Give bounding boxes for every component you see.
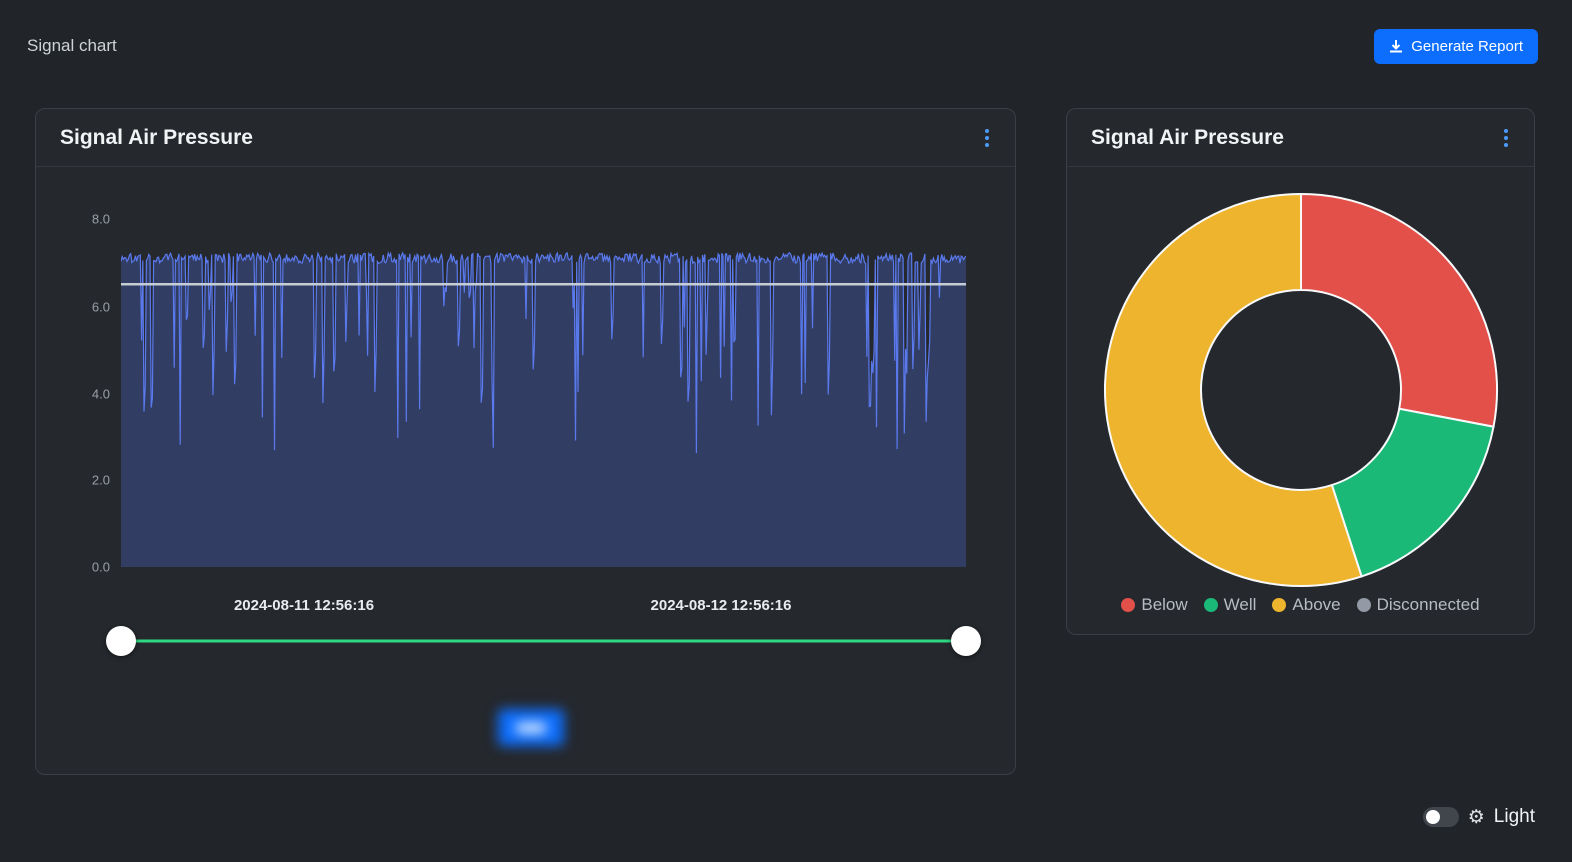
line-card-title: Signal Air Pressure [60, 126, 253, 150]
y-tick: 2.0 [64, 473, 110, 488]
line-card-header: Signal Air Pressure [36, 109, 1015, 167]
line-chart-card: Signal Air Pressure 8.0 6.0 4.0 2.0 0.0 … [35, 108, 1016, 775]
legend-dot-well [1204, 598, 1218, 612]
redacted-button-label [516, 723, 546, 733]
x-tick-end: 2024-08-12 12:56:16 [651, 597, 792, 614]
generate-report-label: Generate Report [1411, 38, 1523, 55]
dashboard: Signal chart Generate Report Signal Air … [0, 0, 1572, 862]
signal-line-chart[interactable] [121, 219, 966, 567]
legend-dot-disconnected [1357, 598, 1371, 612]
redacted-button[interactable] [498, 709, 564, 746]
kebab-menu-icon[interactable] [1498, 125, 1514, 151]
theme-label: Light [1494, 806, 1535, 828]
legend-item-below[interactable]: Below [1121, 595, 1187, 615]
gear-icon: ⚙ [1468, 808, 1485, 827]
generate-report-button[interactable]: Generate Report [1374, 29, 1538, 64]
donut-segment-below[interactable] [1301, 194, 1497, 427]
donut-chart-card: Signal Air Pressure Below Well Above [1066, 108, 1535, 635]
kebab-menu-icon[interactable] [979, 125, 995, 151]
legend-dot-below [1121, 598, 1135, 612]
donut-card-header: Signal Air Pressure [1067, 109, 1534, 167]
time-range-slider [121, 626, 966, 656]
top-bar: Signal chart Generate Report [27, 22, 1538, 70]
theme-toggle[interactable] [1423, 807, 1459, 827]
download-icon [1389, 39, 1403, 53]
donut-chart-body: Below Well Above Disconnected [1067, 167, 1534, 634]
legend-item-well[interactable]: Well [1204, 595, 1257, 615]
slider-handle-min[interactable] [106, 626, 136, 656]
legend-item-disconnected[interactable]: Disconnected [1357, 595, 1480, 615]
donut-card-title: Signal Air Pressure [1091, 126, 1284, 150]
donut-segment-well[interactable] [1332, 409, 1494, 577]
legend-label-above: Above [1292, 595, 1340, 615]
y-tick: 8.0 [64, 212, 110, 227]
slider-handle-max[interactable] [951, 626, 981, 656]
slider-track[interactable] [121, 640, 966, 643]
status-donut-chart [1101, 190, 1501, 590]
y-tick: 0.0 [64, 560, 110, 575]
theme-switcher: ⚙ Light [1423, 806, 1535, 828]
line-chart-body: 8.0 6.0 4.0 2.0 0.0 2024-08-11 12:56:16 … [36, 167, 1015, 774]
legend-label-well: Well [1224, 595, 1257, 615]
y-tick: 4.0 [64, 387, 110, 402]
legend-label-disconnected: Disconnected [1377, 595, 1480, 615]
legend-item-above[interactable]: Above [1272, 595, 1340, 615]
y-tick: 6.0 [64, 300, 110, 315]
area-fill [121, 253, 966, 567]
legend-label-below: Below [1141, 595, 1187, 615]
toggle-knob [1426, 810, 1440, 824]
page-title: Signal chart [27, 36, 117, 56]
legend-dot-above [1272, 598, 1286, 612]
donut-legend: Below Well Above Disconnected [1067, 595, 1534, 615]
x-tick-start: 2024-08-11 12:56:16 [234, 597, 374, 614]
